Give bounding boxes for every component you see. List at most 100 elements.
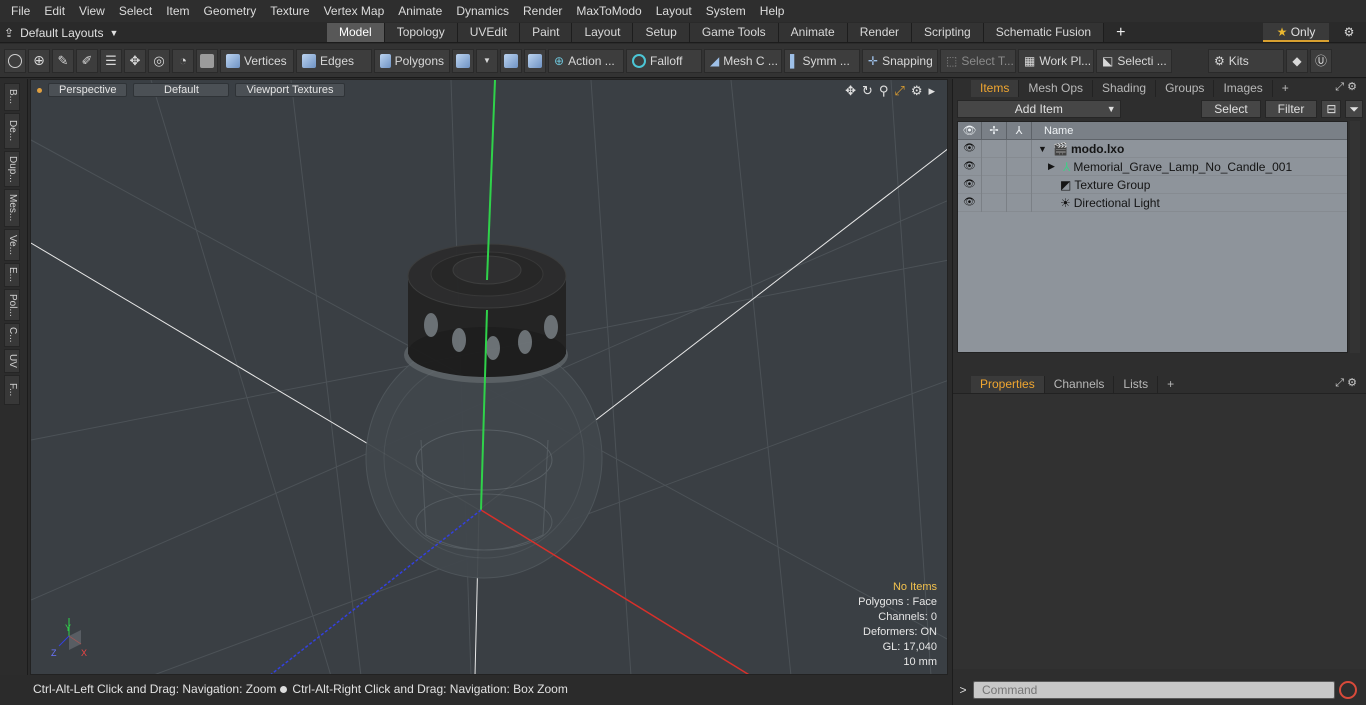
- tab-channels[interactable]: Channels: [1045, 375, 1115, 393]
- edges-button[interactable]: Edges: [296, 48, 372, 73]
- collapse-button[interactable]: ⊟: [1321, 100, 1342, 118]
- snap-circle-button[interactable]: ◔: [172, 48, 194, 73]
- tab-paint[interactable]: Paint: [520, 23, 573, 42]
- vertices-button[interactable]: Vertices: [220, 48, 294, 73]
- list-item[interactable]: 👁 ▶ ⅄ Memorial_Grave_Lamp_No_Candle_001: [958, 157, 1347, 176]
- menu-render[interactable]: Render: [516, 0, 569, 22]
- visibility-eye-icon[interactable]: 👁: [958, 139, 982, 158]
- strip-tab-vertex[interactable]: Ve...: [4, 229, 20, 261]
- pan-icon[interactable]: ✥: [845, 83, 856, 99]
- selection-sets-button[interactable]: ⬕ Selecti ...: [1096, 48, 1172, 73]
- visibility-column-icon[interactable]: 👁: [958, 121, 982, 140]
- tab-scripting[interactable]: Scripting: [912, 23, 984, 42]
- panel-options-icon[interactable]: ⤢ ⚙: [1335, 80, 1357, 94]
- menu-dynamics[interactable]: Dynamics: [449, 0, 516, 22]
- strip-tab-deform[interactable]: De...: [4, 113, 20, 149]
- symmetry-button[interactable]: ▌ Symm ...: [784, 48, 860, 73]
- menu-file[interactable]: File: [4, 0, 37, 22]
- menu-edit[interactable]: Edit: [37, 0, 72, 22]
- strip-tab-curve[interactable]: C...: [4, 323, 20, 347]
- add-panel-tab-button[interactable]: +: [1273, 80, 1298, 97]
- expand-arrow-icon[interactable]: ▸: [928, 83, 935, 99]
- tab-setup[interactable]: Setup: [633, 23, 690, 42]
- list-item[interactable]: 👁 ☀ Directional Light: [958, 193, 1347, 212]
- rotate-icon[interactable]: ↻: [862, 83, 873, 99]
- type-column-icon[interactable]: ⅄: [1007, 121, 1032, 140]
- strip-tab-basic[interactable]: B...: [4, 83, 20, 111]
- tab-groups[interactable]: Groups: [1156, 79, 1215, 97]
- tab-items[interactable]: Items: [971, 79, 1020, 97]
- view-type-button[interactable]: Perspective: [48, 83, 128, 97]
- select-circle-button[interactable]: [4, 48, 26, 73]
- maximize-icon[interactable]: ⤢: [894, 83, 904, 99]
- properties-options-icon[interactable]: ⤢ ⚙: [1335, 376, 1357, 390]
- falloff-button[interactable]: Falloff: [626, 48, 702, 73]
- viewport-menu-dot[interactable]: [37, 87, 42, 93]
- only-toggle[interactable]: ★ Only: [1263, 23, 1329, 42]
- brush-button[interactable]: ✐: [76, 48, 98, 73]
- transform-button[interactable]: ✥: [124, 48, 146, 73]
- tab-model[interactable]: Model: [327, 23, 385, 42]
- tab-images[interactable]: Images: [1214, 79, 1273, 97]
- strip-tab-fusion[interactable]: F...: [4, 375, 20, 405]
- gear-icon[interactable]: ⚙: [1340, 23, 1358, 42]
- filter-button[interactable]: Filter: [1264, 100, 1318, 118]
- filter-funnel-button[interactable]: ⏷: [1345, 100, 1363, 118]
- menu-view[interactable]: View: [72, 0, 112, 22]
- name-column-header[interactable]: Name: [1032, 125, 1073, 137]
- select-through-button[interactable]: ⬚ Select T...: [940, 48, 1016, 73]
- visibility-eye-icon[interactable]: 👁: [958, 193, 982, 212]
- tab-shading[interactable]: Shading: [1093, 79, 1157, 97]
- pivot-button[interactable]: ◎: [148, 48, 170, 73]
- viewport-gear-icon[interactable]: ⚙: [911, 83, 923, 99]
- material-mode-button[interactable]: [452, 48, 474, 73]
- tab-lists[interactable]: Lists: [1114, 375, 1159, 393]
- symmetry-shield-2-button[interactable]: [524, 48, 546, 73]
- command-input[interactable]: [973, 681, 1335, 699]
- menu-help[interactable]: Help: [753, 0, 792, 22]
- record-macro-icon[interactable]: [1339, 681, 1357, 699]
- item-mode-button[interactable]: [196, 48, 218, 73]
- tab-animate[interactable]: Animate: [778, 23, 848, 42]
- action-center-button[interactable]: ⊕ Action ...: [548, 48, 624, 73]
- align-button[interactable]: ☰: [100, 48, 122, 73]
- menu-animate[interactable]: Animate: [391, 0, 449, 22]
- strip-tab-polygon[interactable]: Pol...: [4, 289, 20, 321]
- work-plane-button[interactable]: ▦ Work Pl...: [1018, 48, 1094, 73]
- tab-topology[interactable]: Topology: [384, 23, 458, 42]
- list-item[interactable]: 👁 ▼ 🎬 modo.lxo: [958, 139, 1347, 158]
- menu-item[interactable]: Item: [159, 0, 196, 22]
- menu-geometry[interactable]: Geometry: [197, 0, 264, 22]
- globe-button[interactable]: ⊕: [28, 48, 50, 73]
- viewport-textures-button[interactable]: Viewport Textures: [235, 83, 345, 97]
- tab-layout[interactable]: Layout: [572, 23, 634, 42]
- add-tab-button[interactable]: +: [1104, 23, 1130, 42]
- menu-texture[interactable]: Texture: [263, 0, 316, 22]
- tab-properties[interactable]: Properties: [971, 375, 1045, 393]
- tab-render[interactable]: Render: [847, 23, 913, 42]
- menu-vertex-map[interactable]: Vertex Map: [317, 0, 392, 22]
- mode-dropdown-button[interactable]: ▼: [476, 48, 498, 73]
- item-list-scrollbar[interactable]: [1350, 121, 1360, 353]
- visibility-eye-icon[interactable]: 👁: [958, 175, 982, 194]
- lock-column-icon[interactable]: ✢: [982, 121, 1007, 140]
- shading-button[interactable]: Default: [133, 83, 230, 97]
- unreal-button[interactable]: Ⓤ: [1310, 48, 1332, 73]
- default-layouts-dropdown[interactable]: ⇪ Default Layouts ▼: [4, 22, 118, 43]
- pen-button[interactable]: ✎: [52, 48, 74, 73]
- symmetry-shield-button[interactable]: [500, 48, 522, 73]
- add-item-button[interactable]: Add Item ▼: [957, 100, 1121, 118]
- tab-schematic-fusion[interactable]: Schematic Fusion: [983, 23, 1105, 42]
- unity-button[interactable]: ◆: [1286, 48, 1308, 73]
- mesh-constraints-button[interactable]: ◢ Mesh C ...: [704, 48, 782, 73]
- tab-game-tools[interactable]: Game Tools: [689, 23, 779, 42]
- strip-tab-uv[interactable]: UV: [4, 349, 20, 373]
- select-button[interactable]: Select: [1201, 100, 1261, 118]
- snapping-button[interactable]: ✛ Snapping: [862, 48, 938, 73]
- strip-tab-duplicate[interactable]: Dup...: [4, 151, 20, 187]
- kits-button[interactable]: ⚙ Kits: [1208, 48, 1284, 73]
- visibility-eye-icon[interactable]: 👁: [958, 157, 982, 176]
- menu-select[interactable]: Select: [112, 0, 159, 22]
- list-item[interactable]: 👁 ◩ Texture Group: [958, 175, 1347, 194]
- strip-tab-edge[interactable]: E...: [4, 263, 20, 287]
